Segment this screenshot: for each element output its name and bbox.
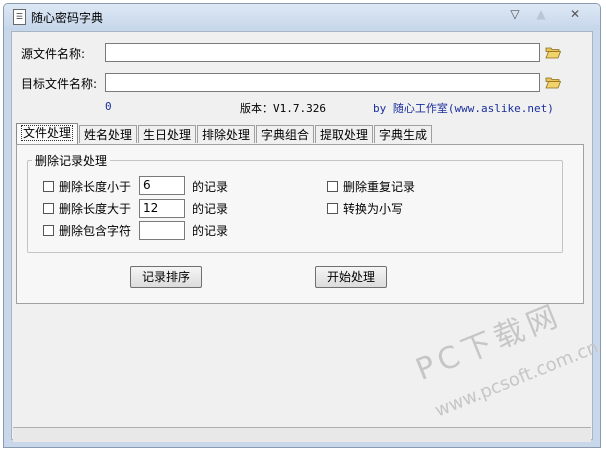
min-length-checkbox[interactable]	[43, 181, 54, 192]
minimize-icon[interactable]: ▽	[502, 5, 528, 23]
max-length-checkbox[interactable]	[43, 203, 54, 214]
title-bar[interactable]: ☰ 随心密码字典 ▽ ▲ ✕	[4, 4, 600, 30]
tab-file-processing[interactable]: 文件处理	[16, 123, 78, 144]
target-file-input[interactable]	[105, 73, 540, 92]
open-folder-icon[interactable]	[545, 46, 561, 59]
lowercase-label: 转换为小写	[343, 202, 404, 216]
sort-records-button[interactable]: 记录排序	[130, 266, 202, 288]
app-icon: ☰	[13, 9, 26, 25]
record-suffix-label: 的记录	[192, 224, 229, 238]
delete-records-group: 删除记录处理 删除长度小于 6 的记录 删除长度大于 12 的记录 删除包含字符…	[27, 152, 563, 253]
source-file-label: 源文件名称:	[21, 47, 86, 61]
status-bar	[13, 427, 591, 442]
contains-char-label: 删除包含字符	[59, 224, 132, 238]
tab-extract-processing[interactable]: 提取处理	[315, 125, 373, 143]
tab-dict-combine[interactable]: 字典组合	[256, 125, 314, 143]
dedupe-label: 删除重复记录	[343, 180, 416, 194]
open-folder-icon[interactable]	[545, 76, 561, 89]
min-length-input[interactable]: 6	[139, 176, 185, 195]
record-suffix-label: 的记录	[192, 202, 229, 216]
contains-char-input[interactable]	[139, 221, 185, 240]
max-length-label: 删除长度大于	[59, 202, 132, 216]
start-processing-button[interactable]: 开始处理	[315, 266, 387, 288]
tab-birthday-processing[interactable]: 生日处理	[138, 125, 196, 143]
group-title: 删除记录处理	[32, 152, 111, 169]
tab-dict-generate[interactable]: 字典生成	[374, 125, 432, 143]
version-label: 版本：V1.7.326	[240, 102, 326, 115]
window-title: 随心密码字典	[31, 11, 104, 25]
close-icon[interactable]: ✕	[562, 5, 588, 23]
target-file-label: 目标文件名称:	[21, 77, 98, 91]
record-suffix-label: 的记录	[192, 180, 229, 194]
maximize-icon[interactable]: ▲	[528, 5, 554, 23]
record-count: 0	[105, 100, 112, 113]
tab-name-processing[interactable]: 姓名处理	[79, 125, 137, 143]
tab-panel-file-processing: 删除记录处理 删除长度小于 6 的记录 删除长度大于 12 的记录 删除包含字符…	[16, 144, 584, 304]
source-file-input[interactable]	[105, 43, 540, 62]
dedupe-checkbox[interactable]	[327, 181, 338, 192]
tab-exclude-processing[interactable]: 排除处理	[197, 125, 255, 143]
contains-char-checkbox[interactable]	[43, 225, 54, 236]
author-label: by 随心工作室(www.aslike.net)	[373, 102, 554, 115]
lowercase-checkbox[interactable]	[327, 203, 338, 214]
min-length-label: 删除长度小于	[59, 180, 132, 194]
max-length-input[interactable]: 12	[139, 199, 185, 218]
